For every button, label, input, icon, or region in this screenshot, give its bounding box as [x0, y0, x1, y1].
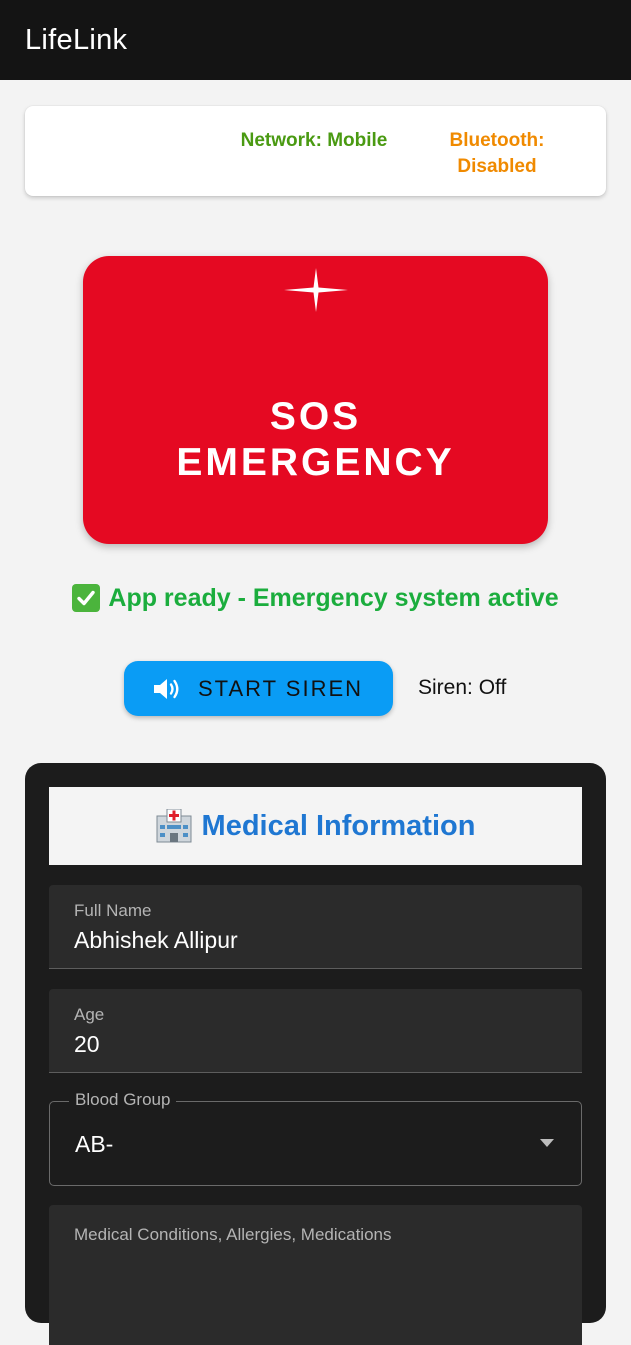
sos-label: SOS EMERGENCY: [83, 394, 548, 486]
network-status: Network: Mobile: [240, 130, 388, 151]
bluetooth-status-label: Bluetooth:: [449, 130, 545, 151]
medical-information-panel: Medical Information Full Name Abhishek A…: [25, 763, 606, 1345]
blood-group-select[interactable]: Blood Group AB-: [49, 1090, 582, 1186]
medical-info-header: Medical Information: [49, 787, 582, 865]
age-label: Age: [74, 1005, 105, 1024]
bluetooth-status: Bluetooth: Disabled: [437, 128, 557, 180]
blood-group-label: Blood Group: [69, 1090, 177, 1110]
age-field[interactable]: Age 20: [49, 989, 582, 1073]
app-title: LifeLink: [25, 23, 128, 56]
siren-status: Siren: Off: [418, 676, 507, 699]
app-status-message: App ready - Emergency system active: [0, 580, 631, 616]
sos-emergency-button[interactable]: SOS EMERGENCY: [83, 256, 548, 544]
sos-label-line1: SOS: [269, 395, 362, 438]
sparkle-icon: [284, 268, 348, 312]
blood-group-value: AB-: [75, 1131, 114, 1157]
check-mark-icon: [72, 584, 101, 612]
bluetooth-status-value: Disabled: [457, 156, 537, 177]
speaker-icon: [154, 678, 179, 699]
medical-conditions-label: Medical Conditions, Allergies, Medicatio…: [74, 1225, 392, 1244]
connection-status-card: Network: Mobile Bluetooth: Disabled: [25, 106, 606, 196]
app-bar: LifeLink: [0, 0, 631, 80]
start-siren-label: START SIREN: [198, 675, 364, 701]
sos-label-line2: EMERGENCY: [176, 441, 455, 484]
app-status-text: App ready - Emergency system active: [108, 584, 559, 612]
age-value: 20: [74, 1031, 100, 1057]
hospital-icon: [156, 809, 192, 843]
full-name-field[interactable]: Full Name Abhishek Allipur: [49, 885, 582, 969]
full-name-value: Abhishek Allipur: [74, 927, 238, 953]
start-siren-button[interactable]: START SIREN: [124, 661, 393, 716]
medical-conditions-field[interactable]: Medical Conditions, Allergies, Medicatio…: [49, 1205, 582, 1345]
dropdown-arrow-icon: [540, 1139, 554, 1147]
medical-info-title: Medical Information: [201, 809, 476, 842]
full-name-label: Full Name: [74, 901, 152, 920]
